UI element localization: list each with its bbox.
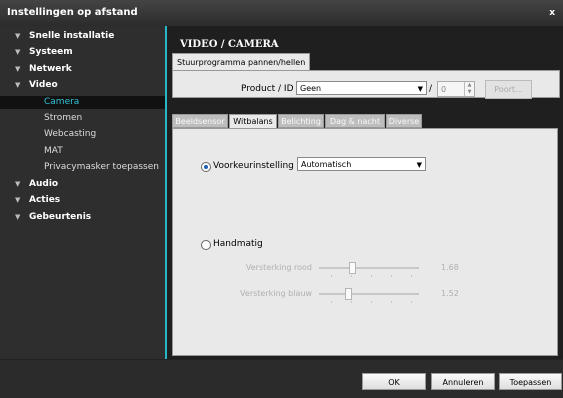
sidebar-item-label: Gebeurtenis (29, 212, 92, 222)
blue-gain-value: 1.52 (441, 289, 459, 298)
driver-panel: Product / ID Geen ▼ / 0 ▲ ▼ Poort... (172, 70, 560, 99)
tab-dag-nacht[interactable]: Dag & nacht (325, 114, 385, 128)
red-gain-track (319, 267, 419, 269)
red-gain-label: Versterking rood (245, 263, 312, 272)
product-select[interactable]: Geen ▼ (296, 81, 427, 95)
sidebar-item-label: Stromen (44, 113, 83, 123)
sidebar-item-mat[interactable]: MAT (0, 145, 165, 158)
cancel-button[interactable]: Annuleren (431, 373, 495, 390)
sidebar-item-snelle-installatie[interactable]: ▼ Snelle installatie (0, 30, 165, 43)
window-title: Instellingen op afstand (7, 7, 138, 18)
chevron-down-icon: ▼ (15, 180, 21, 188)
product-select-value: Geen (300, 84, 322, 93)
slider-tick (351, 275, 352, 277)
white-balance-panel: Voorkeurinstelling Automatisch ▼ Handmat… (172, 128, 558, 356)
chevron-down-icon: ▼ (15, 196, 21, 204)
slider-tick (331, 275, 332, 277)
preset-select[interactable]: Automatisch ▼ (297, 157, 426, 171)
sidebar-item-label: Netwerk (29, 64, 72, 74)
sidebar-item-stromen[interactable]: Stromen (0, 112, 165, 125)
sidebar-item-label: Webcasting (44, 129, 97, 139)
chevron-down-icon: ▼ (416, 161, 422, 169)
sidebar-item-label: Audio (29, 179, 59, 189)
preset-radio[interactable] (201, 162, 211, 172)
product-label: Product / ID (241, 84, 294, 94)
slider-tick (391, 301, 392, 303)
sidebar-item-video[interactable]: ▼ Video (0, 79, 165, 92)
sidebar-item-privacymasker[interactable]: Privacymasker toepassen (0, 161, 165, 174)
sidebar-item-label: MAT (44, 146, 63, 156)
tab-beeldsensor[interactable]: Beeldsensor (172, 114, 228, 128)
blue-gain-slider-handle[interactable] (345, 288, 352, 300)
tab-driver[interactable]: Stuurprogramma pannen/hellen (172, 53, 311, 71)
sidebar-item-label: Camera (44, 97, 80, 107)
slider-tick (351, 301, 352, 303)
close-icon[interactable]: x (549, 8, 555, 18)
sidebar-item-gebeurtenis[interactable]: ▼ Gebeurtenis (0, 211, 165, 224)
sidebar-item-label: Acties (29, 195, 61, 205)
tab-witbalans[interactable]: Witbalans (229, 114, 277, 129)
manual-label: Handmatig (213, 239, 263, 249)
blue-gain-label: Versterking blauw (240, 289, 312, 298)
red-gain-slider-handle[interactable] (349, 262, 356, 274)
apply-button[interactable]: Toepassen (499, 373, 562, 390)
chevron-down-icon: ▼ (417, 85, 423, 93)
id-stepper[interactable]: 0 ▲ ▼ (437, 81, 475, 97)
port-button[interactable]: Poort... (485, 80, 532, 99)
sidebar-item-camera[interactable]: Camera (0, 96, 165, 109)
sidebar-item-label: Snelle installatie (29, 31, 115, 41)
manual-radio[interactable] (201, 240, 211, 250)
title-bar: Instellingen op afstand x (0, 0, 563, 27)
slider-tick (331, 301, 332, 303)
sidebar-item-label: Video (29, 80, 58, 90)
sidebar: ▼ Snelle installatie ▼ Systeem ▼ Netwerk ▼ V… (0, 26, 167, 359)
tab-diverse[interactable]: Diverse (386, 114, 422, 128)
preset-select-value: Automatisch (301, 160, 352, 169)
slider-tick (411, 275, 412, 277)
slider-tick (391, 275, 392, 277)
sidebar-item-audio[interactable]: ▼ Audio (0, 178, 165, 191)
footer-bar: OK Annuleren Toepassen (0, 359, 563, 398)
slider-tick (371, 301, 372, 303)
main-content: VIDEO / CAMERA Stuurprogramma pannen/hel… (167, 26, 563, 359)
blue-gain-track (319, 293, 419, 295)
red-gain-value: 1.68 (441, 263, 459, 272)
spin-arrows-icon[interactable]: ▲ ▼ (464, 82, 474, 96)
chevron-down-icon: ▼ (15, 81, 21, 89)
id-value: 0 (441, 85, 447, 94)
chevron-down-icon: ▼ (15, 32, 21, 40)
ok-button[interactable]: OK (362, 373, 426, 390)
slider-tick (411, 301, 412, 303)
chevron-down-icon: ▼ (15, 48, 21, 56)
page-title: VIDEO / CAMERA (180, 39, 279, 50)
sidebar-item-acties[interactable]: ▼ Acties (0, 194, 165, 207)
sidebar-item-webcasting[interactable]: Webcasting (0, 128, 165, 141)
preset-label: Voorkeurinstelling (213, 161, 294, 171)
tab-belichting[interactable]: Belichting (278, 114, 324, 128)
sidebar-item-systeem[interactable]: ▼ Systeem (0, 46, 165, 59)
slider-tick (371, 275, 372, 277)
slash-separator: / (429, 84, 433, 94)
chevron-down-icon: ▼ (15, 213, 21, 221)
sidebar-item-label: Systeem (29, 47, 73, 57)
sidebar-item-netwerk[interactable]: ▼ Netwerk (0, 63, 165, 76)
chevron-down-icon: ▼ (15, 65, 21, 73)
sidebar-item-label: Privacymasker toepassen (44, 162, 159, 172)
